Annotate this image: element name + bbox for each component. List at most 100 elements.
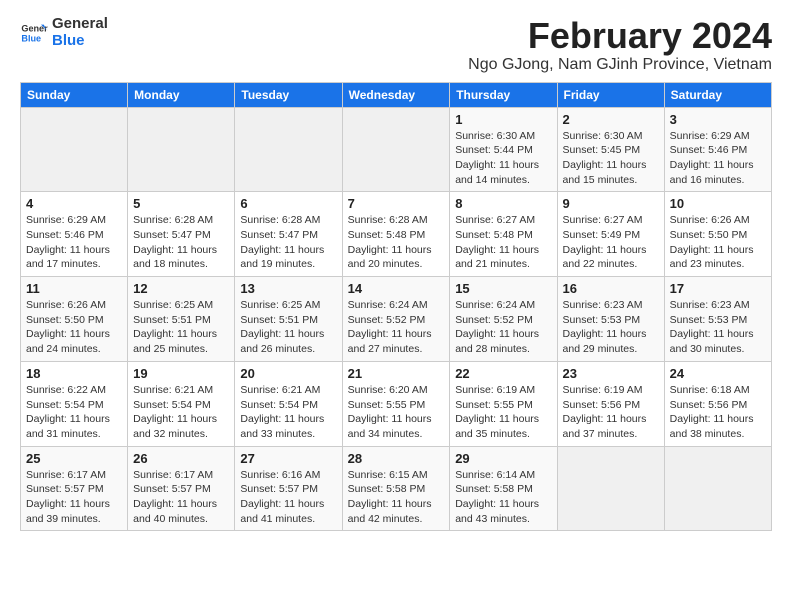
logo: General Blue General Blue [20,16,108,49]
col-header-friday: Friday [557,82,664,107]
calendar-cell: 10 Sunrise: 6:26 AMSunset: 5:50 PMDayligh… [664,192,771,277]
day-info: Sunrise: 6:23 AMSunset: 5:53 PMDaylight:… [670,298,766,357]
calendar-cell: 6 Sunrise: 6:28 AMSunset: 5:47 PMDaylight… [235,192,342,277]
calendar-week-row: 11 Sunrise: 6:26 AMSunset: 5:50 PMDayligh… [21,277,772,362]
logo-text-blue: Blue [52,33,108,50]
day-number: 21 [348,366,445,381]
calendar-cell: 17 Sunrise: 6:23 AMSunset: 5:53 PMDayligh… [664,277,771,362]
calendar-week-row: 25 Sunrise: 6:17 AMSunset: 5:57 PMDayligh… [21,446,772,531]
day-number: 26 [133,451,229,466]
calendar-cell: 3 Sunrise: 6:29 AMSunset: 5:46 PMDaylight… [664,107,771,192]
calendar-week-row: 4 Sunrise: 6:29 AMSunset: 5:46 PMDaylight… [21,192,772,277]
day-number: 16 [563,281,659,296]
day-number: 17 [670,281,766,296]
calendar-cell: 9 Sunrise: 6:27 AMSunset: 5:49 PMDaylight… [557,192,664,277]
day-info: Sunrise: 6:25 AMSunset: 5:51 PMDaylight:… [133,298,229,357]
day-number: 11 [26,281,122,296]
day-info: Sunrise: 6:18 AMSunset: 5:56 PMDaylight:… [670,383,766,442]
day-info: Sunrise: 6:21 AMSunset: 5:54 PMDaylight:… [240,383,336,442]
day-number: 22 [455,366,551,381]
calendar-cell: 20 Sunrise: 6:21 AMSunset: 5:54 PMDayligh… [235,361,342,446]
day-info: Sunrise: 6:17 AMSunset: 5:57 PMDaylight:… [133,468,229,527]
day-number: 28 [348,451,445,466]
day-info: Sunrise: 6:28 AMSunset: 5:48 PMDaylight:… [348,213,445,272]
calendar-cell: 29 Sunrise: 6:14 AMSunset: 5:58 PMDayligh… [450,446,557,531]
day-info: Sunrise: 6:30 AMSunset: 5:45 PMDaylight:… [563,129,659,188]
day-info: Sunrise: 6:29 AMSunset: 5:46 PMDaylight:… [670,129,766,188]
day-info: Sunrise: 6:29 AMSunset: 5:46 PMDaylight:… [26,213,122,272]
calendar-table: SundayMondayTuesdayWednesdayThursdayFrid… [20,82,772,532]
col-header-saturday: Saturday [664,82,771,107]
day-number: 25 [26,451,122,466]
day-number: 2 [563,112,659,127]
day-info: Sunrise: 6:17 AMSunset: 5:57 PMDaylight:… [26,468,122,527]
day-number: 1 [455,112,551,127]
day-info: Sunrise: 6:19 AMSunset: 5:56 PMDaylight:… [563,383,659,442]
day-number: 7 [348,196,445,211]
day-info: Sunrise: 6:14 AMSunset: 5:58 PMDaylight:… [455,468,551,527]
day-number: 10 [670,196,766,211]
day-number: 27 [240,451,336,466]
calendar-cell: 12 Sunrise: 6:25 AMSunset: 5:51 PMDayligh… [128,277,235,362]
calendar-cell: 24Sunrise: 6:18 AMSunset: 5:56 PMDayligh… [664,361,771,446]
day-number: 9 [563,196,659,211]
day-info: Sunrise: 6:27 AMSunset: 5:49 PMDaylight:… [563,213,659,272]
day-number: 29 [455,451,551,466]
day-number: 14 [348,281,445,296]
day-number: 3 [670,112,766,127]
calendar-cell [664,446,771,531]
day-info: Sunrise: 6:30 AMSunset: 5:44 PMDaylight:… [455,129,551,188]
calendar-cell: 27 Sunrise: 6:16 AMSunset: 5:57 PMDayligh… [235,446,342,531]
calendar-cell: 2 Sunrise: 6:30 AMSunset: 5:45 PMDaylight… [557,107,664,192]
calendar-cell [235,107,342,192]
calendar-cell [342,107,450,192]
calendar-cell: 25 Sunrise: 6:17 AMSunset: 5:57 PMDayligh… [21,446,128,531]
col-header-sunday: Sunday [21,82,128,107]
day-info: Sunrise: 6:16 AMSunset: 5:57 PMDaylight:… [240,468,336,527]
calendar-cell [21,107,128,192]
day-info: Sunrise: 6:19 AMSunset: 5:55 PMDaylight:… [455,383,551,442]
day-number: 20 [240,366,336,381]
day-info: Sunrise: 6:21 AMSunset: 5:54 PMDaylight:… [133,383,229,442]
day-number: 4 [26,196,122,211]
day-number: 19 [133,366,229,381]
day-number: 15 [455,281,551,296]
calendar-cell: 26 Sunrise: 6:17 AMSunset: 5:57 PMDayligh… [128,446,235,531]
day-info: Sunrise: 6:20 AMSunset: 5:55 PMDaylight:… [348,383,445,442]
day-info: Sunrise: 6:26 AMSunset: 5:50 PMDaylight:… [26,298,122,357]
calendar-cell: 11 Sunrise: 6:26 AMSunset: 5:50 PMDayligh… [21,277,128,362]
calendar-cell: 23 Sunrise: 6:19 AMSunset: 5:56 PMDayligh… [557,361,664,446]
day-info: Sunrise: 6:23 AMSunset: 5:53 PMDaylight:… [563,298,659,357]
svg-text:Blue: Blue [21,33,41,43]
calendar-cell: 16 Sunrise: 6:23 AMSunset: 5:53 PMDayligh… [557,277,664,362]
day-number: 6 [240,196,336,211]
calendar-subtitle: Ngo GJong, Nam GJinh Province, Vietnam [468,56,772,74]
day-info: Sunrise: 6:24 AMSunset: 5:52 PMDaylight:… [455,298,551,357]
day-number: 23 [563,366,659,381]
col-header-monday: Monday [128,82,235,107]
day-number: 12 [133,281,229,296]
logo-icon: General Blue [20,19,48,47]
calendar-header-row: SundayMondayTuesdayWednesdayThursdayFrid… [21,82,772,107]
col-header-tuesday: Tuesday [235,82,342,107]
calendar-title: February 2024 [468,16,772,56]
day-info: Sunrise: 6:26 AMSunset: 5:50 PMDaylight:… [670,213,766,272]
col-header-thursday: Thursday [450,82,557,107]
calendar-cell: 19 Sunrise: 6:21 AMSunset: 5:54 PMDayligh… [128,361,235,446]
day-info: Sunrise: 6:28 AMSunset: 5:47 PMDaylight:… [240,213,336,272]
day-number: 8 [455,196,551,211]
day-number: 13 [240,281,336,296]
page-header: General Blue General Blue February 2024 … [20,16,772,74]
calendar-cell: 5Sunrise: 6:28 AMSunset: 5:47 PMDaylight… [128,192,235,277]
day-number: 18 [26,366,122,381]
calendar-title-block: February 2024 Ngo GJong, Nam GJinh Provi… [468,16,772,74]
calendar-cell [128,107,235,192]
calendar-cell: 14Sunrise: 6:24 AMSunset: 5:52 PMDayligh… [342,277,450,362]
calendar-cell: 21 Sunrise: 6:20 AMSunset: 5:55 PMDayligh… [342,361,450,446]
calendar-cell [557,446,664,531]
logo-text-general: General [52,16,108,33]
calendar-cell: 4 Sunrise: 6:29 AMSunset: 5:46 PMDaylight… [21,192,128,277]
calendar-cell: 15 Sunrise: 6:24 AMSunset: 5:52 PMDayligh… [450,277,557,362]
day-number: 5 [133,196,229,211]
calendar-cell: 22 Sunrise: 6:19 AMSunset: 5:55 PMDayligh… [450,361,557,446]
